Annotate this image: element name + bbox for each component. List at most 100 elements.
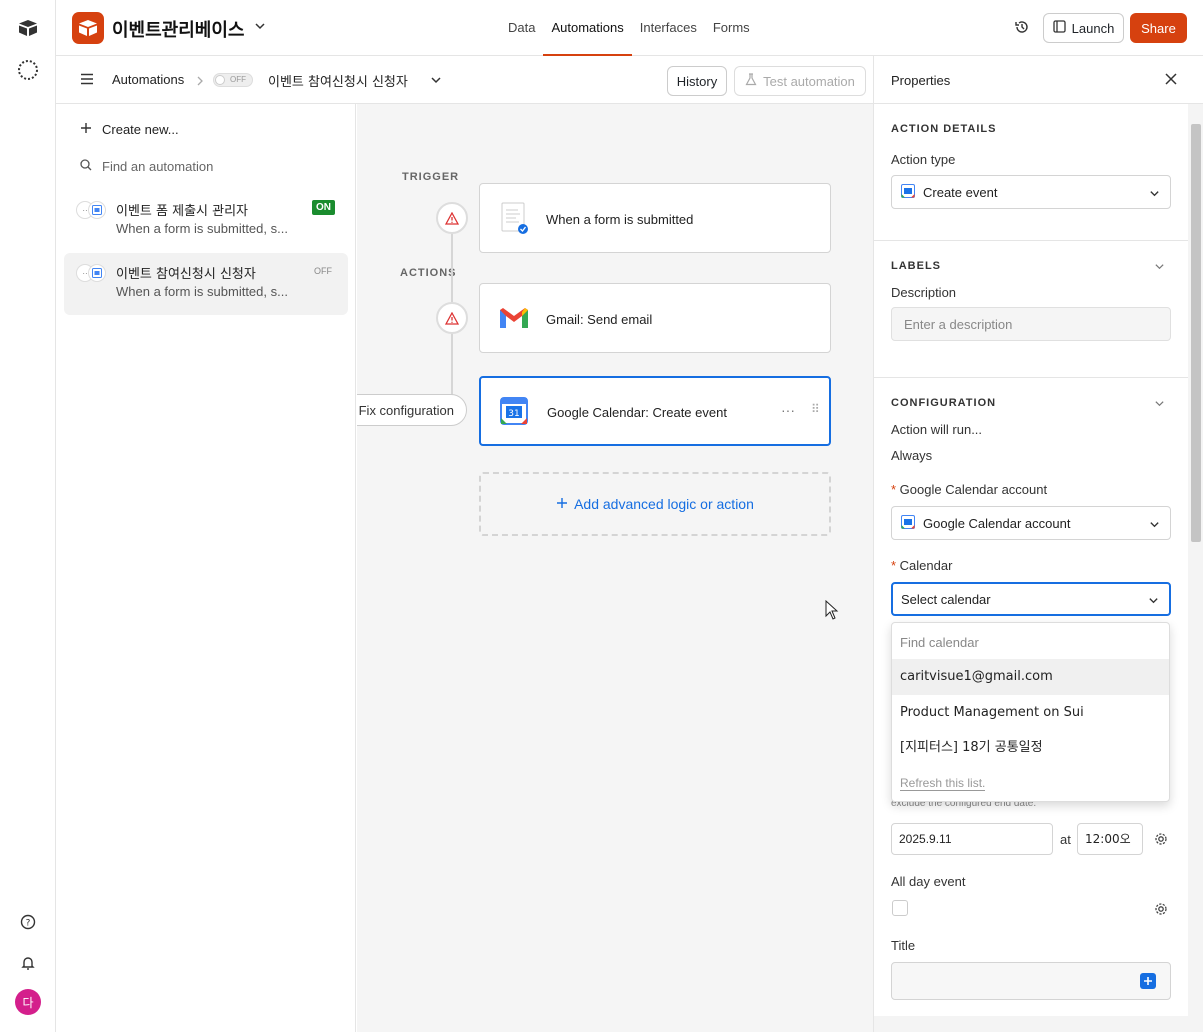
- calendar-option[interactable]: Product Management on Sui: [892, 695, 1169, 731]
- hamburger-menu-icon[interactable]: [80, 73, 94, 88]
- action-details-heading: ACTION DETAILS: [891, 123, 997, 135]
- chevron-right-icon: [196, 74, 204, 89]
- chevron-down-icon[interactable]: [254, 20, 266, 35]
- scrollbar-thumb[interactable]: [1191, 124, 1201, 542]
- gear-icon[interactable]: [1154, 902, 1168, 919]
- date-input[interactable]: 2025.9.11: [891, 823, 1053, 855]
- history-button[interactable]: History: [667, 66, 727, 96]
- trigger-label: TRIGGER: [402, 171, 460, 183]
- refresh-list-link[interactable]: Refresh this list.: [900, 776, 986, 791]
- calendar-option[interactable]: caritvisue1@gmail.com: [892, 659, 1169, 695]
- search-icon: [80, 159, 92, 174]
- add-logic-button[interactable]: Add advanced logic or action: [479, 472, 831, 536]
- find-calendar-input[interactable]: Find calendar: [900, 635, 979, 650]
- toggle-knob: [215, 75, 225, 85]
- svg-text:31: 31: [508, 409, 519, 419]
- properties-title: Properties: [891, 73, 951, 88]
- account-value: Google Calendar account: [923, 515, 1071, 531]
- automation-title[interactable]: 이벤트 참여신청시 신청자: [268, 71, 408, 90]
- configuration-heading: CONFIGURATION: [891, 397, 997, 409]
- tab-interfaces[interactable]: Interfaces: [632, 0, 705, 56]
- at-label: at: [1060, 832, 1071, 847]
- fix-configuration-button[interactable]: Fix configuration: [357, 394, 467, 426]
- automation-subheader: Automations OFF 이벤트 참여신청시 신청자 History Te…: [56, 56, 873, 104]
- action-run-label: Action will run...: [891, 422, 983, 437]
- workspace-icon[interactable]: [16, 58, 40, 82]
- google-calendar-step-card[interactable]: 31 Google Calendar: Create event ··· ⠿: [479, 376, 831, 446]
- chevron-down-icon[interactable]: [430, 74, 442, 89]
- gear-icon[interactable]: [1154, 832, 1168, 849]
- close-icon[interactable]: [1164, 72, 1178, 89]
- create-new-button[interactable]: Create new...: [80, 122, 179, 137]
- drag-handle-icon[interactable]: ⠿: [811, 402, 820, 416]
- top-bar: 이벤트관리베이스 Data Automations Interfaces For…: [56, 0, 1203, 56]
- share-button[interactable]: Share: [1130, 13, 1187, 43]
- user-avatar[interactable]: 다: [15, 989, 41, 1015]
- tab-automations[interactable]: Automations: [543, 0, 633, 56]
- labels-heading: LABELS: [891, 260, 941, 272]
- find-automation-input[interactable]: Find an automation: [80, 159, 213, 174]
- gmail-step-card[interactable]: Gmail: Send email: [479, 283, 831, 353]
- status-badge: OFF: [314, 266, 332, 276]
- chevron-down-icon[interactable]: [1154, 260, 1165, 275]
- launch-button[interactable]: Launch: [1043, 13, 1124, 43]
- mouse-cursor-icon: [825, 599, 839, 623]
- tab-data[interactable]: Data: [500, 0, 543, 56]
- notifications-bell-icon[interactable]: [16, 951, 40, 975]
- breadcrumb-automations[interactable]: Automations: [112, 72, 184, 87]
- automation-subtitle: When a form is submitted, s...: [116, 221, 288, 236]
- toggle-state-label: OFF: [230, 75, 246, 84]
- calendar-select[interactable]: Select calendar: [891, 582, 1171, 616]
- time-input[interactable]: 12:00오: [1077, 823, 1143, 855]
- launch-label: Launch: [1071, 20, 1115, 36]
- automation-list-item[interactable]: ·· 이벤트 폼 제출시 관리자 When a form is submitte…: [64, 190, 348, 252]
- warning-icon[interactable]: [436, 302, 468, 334]
- create-new-label: Create new...: [102, 122, 179, 137]
- properties-scrollbar[interactable]: [1188, 104, 1203, 1032]
- form-icon: [498, 202, 530, 234]
- account-label-text: Google Calendar account: [899, 482, 1048, 497]
- plus-icon: [556, 496, 568, 512]
- revision-history-icon[interactable]: [1014, 19, 1030, 38]
- step-label: Gmail: Send email: [546, 312, 653, 327]
- svg-text:?: ?: [26, 919, 31, 929]
- base-name[interactable]: 이벤트관리베이스: [112, 16, 244, 42]
- action-run-value: Always: [891, 448, 933, 463]
- title-label: Title: [891, 938, 916, 953]
- all-day-checkbox[interactable]: [892, 900, 908, 916]
- tab-forms[interactable]: Forms: [705, 0, 758, 56]
- insert-field-plus-icon[interactable]: [1140, 973, 1156, 989]
- test-automation-button[interactable]: Test automation: [734, 66, 866, 96]
- horizontal-scrollbar[interactable]: [874, 1016, 1188, 1032]
- google-calendar-icon: [901, 514, 915, 532]
- help-icon[interactable]: ?: [16, 910, 40, 934]
- gmail-icon: [498, 302, 530, 334]
- description-input[interactable]: Enter a description: [891, 307, 1171, 341]
- step-label: When a form is submitted: [546, 212, 694, 227]
- account-label: * Google Calendar account: [891, 482, 1048, 497]
- automation-step-icons: ··: [76, 201, 108, 219]
- automation-list-item[interactable]: ·· 이벤트 참여신청시 신청자 When a form is submitte…: [64, 253, 348, 315]
- more-options-icon[interactable]: ···: [781, 402, 795, 418]
- google-calendar-icon: [88, 201, 106, 219]
- launch-icon: [1053, 20, 1066, 36]
- all-day-label: All day event: [891, 874, 966, 889]
- step-label: Google Calendar: Create event: [547, 405, 727, 420]
- google-calendar-account-select[interactable]: Google Calendar account: [891, 506, 1171, 540]
- airtable-logo-icon[interactable]: [16, 16, 40, 40]
- left-rail: ? 다: [0, 0, 56, 1032]
- title-input[interactable]: [891, 962, 1171, 1000]
- automation-toggle[interactable]: OFF: [213, 73, 253, 87]
- calendar-label: * Calendar: [891, 558, 953, 573]
- action-type-select[interactable]: Create event: [891, 175, 1171, 209]
- section-divider: [874, 377, 1188, 378]
- test-automation-label: Test automation: [763, 73, 855, 89]
- warning-icon[interactable]: [436, 202, 468, 234]
- plus-icon: [80, 122, 92, 137]
- google-calendar-icon: [901, 183, 915, 201]
- actions-label: ACTIONS: [400, 267, 457, 279]
- base-logo-icon[interactable]: [72, 12, 104, 44]
- trigger-step-card[interactable]: When a form is submitted: [479, 183, 831, 253]
- chevron-down-icon[interactable]: [1154, 397, 1165, 412]
- calendar-option[interactable]: [지피터스] 18기 공통일정: [892, 730, 1169, 766]
